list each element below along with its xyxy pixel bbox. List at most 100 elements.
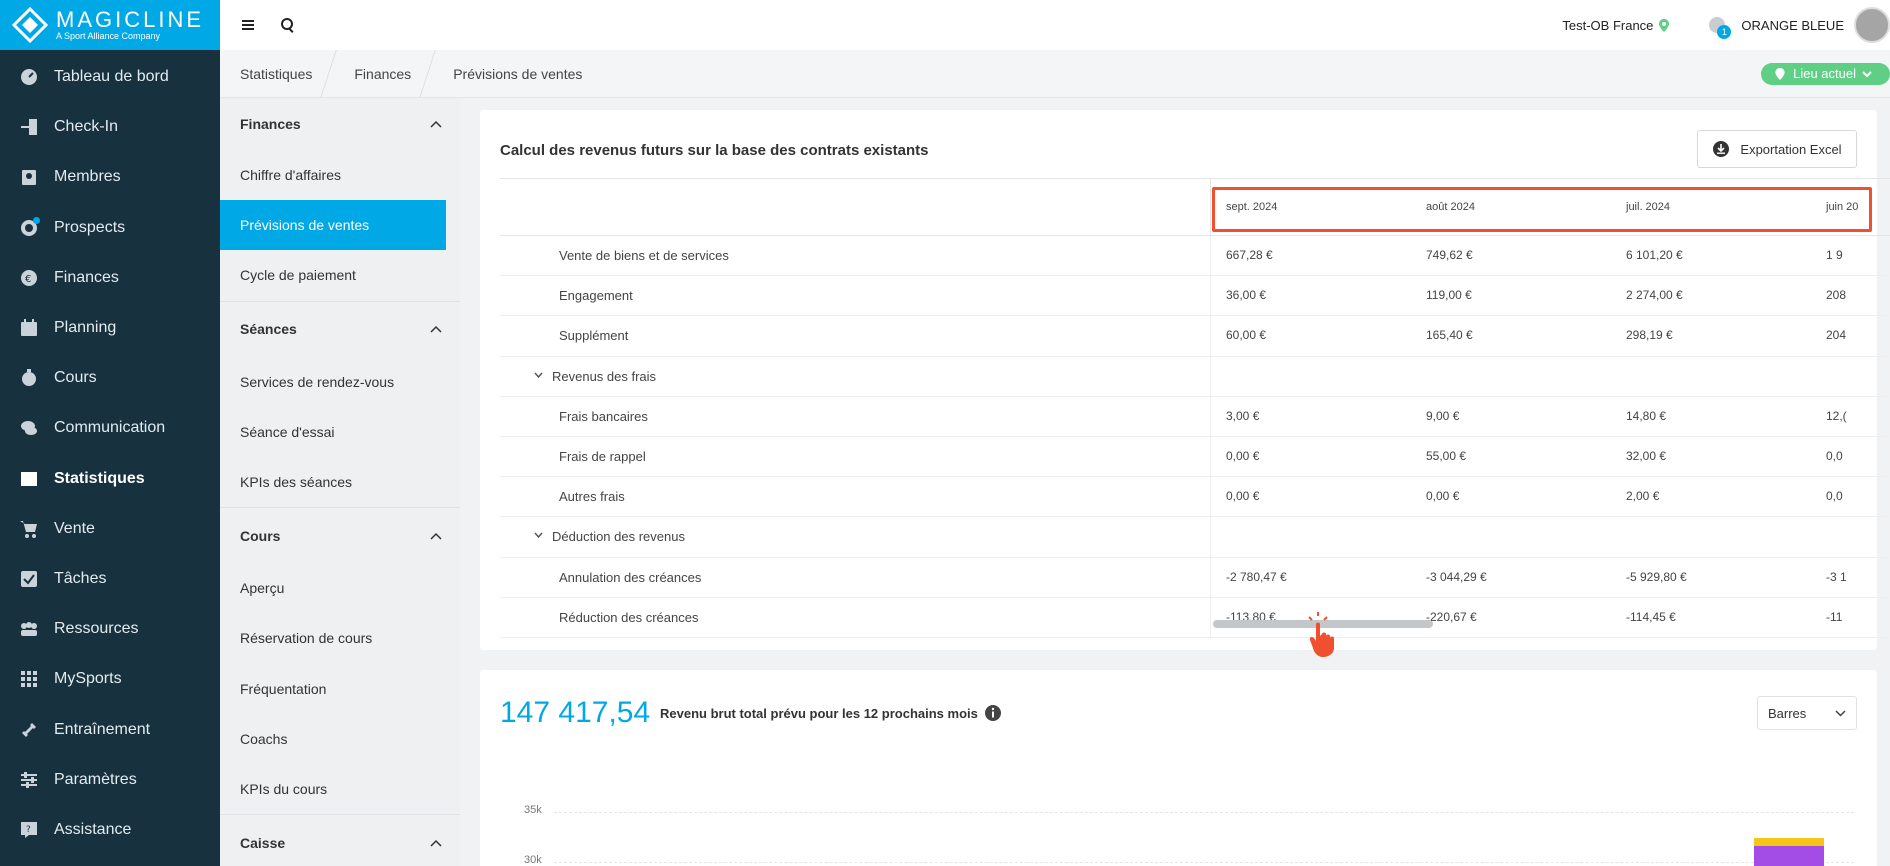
cell-value: 55,00 € <box>1426 448 1467 463</box>
card-title: Calcul des revenus futurs sur la base de… <box>500 142 929 159</box>
cell-value: 165,40 € <box>1426 328 1473 343</box>
row-label: Autres frais <box>559 489 625 505</box>
row-label: Déduction des revenus <box>552 529 685 545</box>
nav-item-prospects[interactable]: Prospects <box>0 203 220 253</box>
subnav-item-kpis-seances[interactable]: KPIs des séances <box>220 457 446 507</box>
menu-button[interactable] <box>228 5 268 45</box>
y-tick-label: 30k <box>524 854 542 866</box>
cell-value: 119,00 € <box>1426 288 1472 303</box>
cell-value: 0,00 € <box>1226 448 1260 463</box>
resources-icon <box>18 618 40 640</box>
subnav-section-finances[interactable]: Finances <box>220 98 460 150</box>
subnav-item-kpis-cours[interactable]: KPIs du cours <box>220 764 446 814</box>
nav-item-planning[interactable]: Planning <box>0 303 220 353</box>
revenue-table: sept. 2024 août 2024 juil. 2024 juin 20 … <box>500 178 1890 638</box>
row-label: Vente de biens et de services <box>559 248 729 263</box>
nav-label: Cours <box>54 369 97 387</box>
bar-segment-purple[interactable] <box>1754 846 1824 866</box>
table-row: Supplément 60,00 € 165,40 € 298,19 € 204 <box>500 316 1887 357</box>
nav-item-ressources[interactable]: Ressources <box>0 604 220 654</box>
forecast-card: 147 417,54 Revenu brut total prévu pour … <box>480 670 1877 866</box>
subnav-item-previsions[interactable]: Prévisions de ventes <box>220 200 446 251</box>
breadcrumb-statistiques[interactable]: Statistiques <box>220 50 334 98</box>
subnav-item-coachs[interactable]: Coachs <box>220 714 446 764</box>
nav-item-finances[interactable]: € Finances <box>0 253 220 303</box>
nav-label: Membres <box>54 168 121 186</box>
search-button[interactable] <box>268 5 308 45</box>
nav-item-members[interactable]: Membres <box>0 152 220 202</box>
bar-segment-yellow[interactable] <box>1754 838 1824 846</box>
nav-item-assistance[interactable]: ? Assistance <box>0 805 220 855</box>
info-icon[interactable] <box>984 704 1002 722</box>
subnav-item-seance-essai[interactable]: Séance d'essai <box>220 407 446 457</box>
subnav-item-reservation[interactable]: Réservation de cours <box>220 613 446 663</box>
brand-tagline: A Sport Alliance Company <box>56 30 161 41</box>
nav-label: Check-In <box>54 118 119 136</box>
grid-icon <box>18 668 40 690</box>
nav-label: Statistiques <box>54 469 145 487</box>
nav-item-communication[interactable]: Communication <box>0 403 220 453</box>
section-title: Cours <box>240 527 281 544</box>
chevron-down-icon[interactable] <box>534 371 543 379</box>
row-label: Engagement <box>559 288 633 304</box>
forecast-label: Revenu brut total prévu pour les 12 proc… <box>660 706 978 721</box>
cell-value: 2 274,00 € <box>1626 288 1683 303</box>
breadcrumb-finances[interactable]: Finances <box>334 50 433 98</box>
subnav-section-seances[interactable]: Séances <box>220 300 460 357</box>
cell-value: 0,00 € <box>1226 489 1260 504</box>
hamburger-icon <box>242 20 254 30</box>
cell-value: 0,0 <box>1826 448 1843 463</box>
location-selector[interactable]: Test-OB France <box>1562 18 1670 33</box>
table-body: Vente de biens et de services 667,28 € 749… <box>500 236 1890 638</box>
notifications-button[interactable]: 1 <box>1707 15 1732 39</box>
subnav-item-cycle-paiement[interactable]: Cycle de paiement <box>220 250 446 300</box>
table-row: Engagement 36,00 € 119,00 € 2 274,00 € 208 <box>500 276 1887 317</box>
table-group-row[interactable]: Déduction des revenus <box>500 517 1887 558</box>
nav-item-checkin[interactable]: Check-In <box>0 102 220 152</box>
cell-value: 14,80 € <box>1626 408 1667 423</box>
row-label: Réduction des créances <box>559 609 699 625</box>
subnav-item-frequentation[interactable]: Fréquentation <box>220 664 446 714</box>
row-label: Supplément <box>559 328 629 344</box>
chevron-down-icon[interactable] <box>534 531 543 539</box>
subnav-item-apercu[interactable]: Aperçu <box>220 563 446 613</box>
nav-item-parametres[interactable]: Paramètres <box>0 755 220 805</box>
nav-item-mysports[interactable]: MySports <box>0 654 220 704</box>
nav-item-vente[interactable]: Vente <box>0 504 220 554</box>
table-row: Annulation des créances -2 780,47 € -3 044… <box>500 557 1887 598</box>
svg-text:€: € <box>25 274 31 285</box>
cell-value: -3 044,29 € <box>1426 569 1487 584</box>
cell-value: 6 101,20 € <box>1626 248 1683 262</box>
dashboard-icon <box>18 66 40 88</box>
chat-icon <box>18 417 40 439</box>
gridline <box>554 812 1854 813</box>
nav-item-entrainement[interactable]: Entraînement <box>0 704 220 754</box>
nav-label: Prospects <box>54 218 126 236</box>
calendar-icon <box>18 317 40 339</box>
help-icon: ? <box>18 819 40 841</box>
table-group-row[interactable]: Revenus des frais <box>500 356 1887 397</box>
nav-item-cours[interactable]: Cours <box>0 353 220 403</box>
timer-icon <box>18 367 40 389</box>
nav-item-statistiques[interactable]: Statistiques <box>0 454 220 504</box>
avatar[interactable] <box>1854 7 1890 43</box>
user-name[interactable]: ORANGE BLEUE <box>1741 18 1844 33</box>
export-excel-button[interactable]: Exportation Excel <box>1697 130 1857 168</box>
brand-logo[interactable]: MAGICLINE A Sport Alliance Company <box>0 0 220 50</box>
cell-value: -5 929,80 € <box>1626 569 1687 584</box>
subnav-item-rendez-vous[interactable]: Services de rendez-vous <box>220 357 446 407</box>
subnav-section-caisse[interactable]: Caisse <box>220 814 460 866</box>
table-row: Réduction des créances -113,80 € -220,67 €… <box>500 597 1887 638</box>
cell-value: 9,00 € <box>1426 408 1460 423</box>
subnav-section-cours[interactable]: Cours <box>220 507 460 563</box>
pointer-hand-icon <box>1308 612 1334 657</box>
lieu-actuel-button[interactable]: Lieu actuel <box>1761 62 1890 85</box>
nav-item-dashboard[interactable]: Tableau de bord <box>0 52 220 102</box>
subnav-item-chiffre-affaires[interactable]: Chiffre d'affaires <box>220 150 446 200</box>
search-icon <box>281 18 294 33</box>
chart-type-select[interactable]: Barres <box>1757 696 1857 730</box>
cell-value: -3 1 <box>1826 569 1847 584</box>
members-icon <box>18 166 40 188</box>
main-nav: Tableau de bord Check-In Membres Prospec… <box>0 50 220 855</box>
nav-item-taches[interactable]: Tâches <box>0 554 220 604</box>
